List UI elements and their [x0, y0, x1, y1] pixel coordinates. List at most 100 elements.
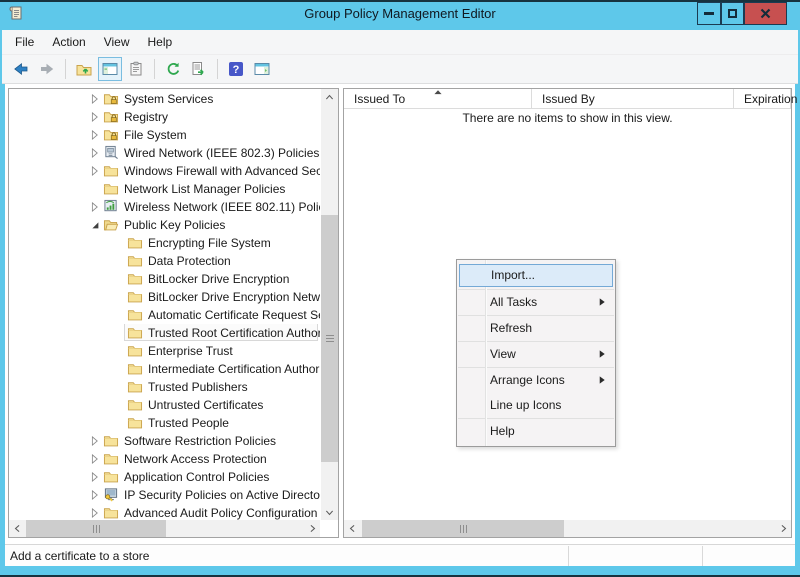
column-header-label: Issued To: [354, 92, 405, 106]
column-header-label: Expiration: [744, 92, 797, 106]
menu-action[interactable]: Action: [43, 32, 94, 52]
tree-hscroll-thumb[interactable]: [26, 520, 166, 537]
tree-item[interactable]: Enterprise Trust: [9, 342, 320, 360]
menu-item-label: Help: [490, 424, 515, 438]
tree-item[interactable]: Software Restriction Policies: [9, 432, 320, 450]
tree-item[interactable]: Application Control Policies: [9, 468, 320, 486]
menu-file[interactable]: File: [6, 32, 43, 52]
scroll-right-button[interactable]: [775, 520, 791, 537]
properties-button[interactable]: [124, 57, 148, 81]
tree-view: System ServicesRegistryFile SystemWired …: [9, 89, 320, 521]
menu-view[interactable]: View: [95, 32, 139, 52]
scroll-left-button[interactable]: [9, 520, 25, 537]
submenu-arrow-icon: [597, 349, 607, 359]
folder-up-icon: [76, 61, 92, 77]
tree-item[interactable]: Wireless Network (IEEE 802.11) Policies: [9, 198, 320, 216]
scroll-down-button[interactable]: [321, 504, 338, 520]
tree-item-label: Wireless Network (IEEE 802.11) Policies: [124, 200, 320, 214]
context-menu-item-arrange-icons[interactable]: Arrange Icons: [457, 368, 615, 393]
tree-item[interactable]: Network List Manager Policies: [9, 180, 320, 198]
tree-item[interactable]: Automatic Certificate Request Settings: [9, 306, 320, 324]
minimize-icon: [704, 12, 714, 15]
minimize-button[interactable]: [697, 2, 721, 25]
tree-vertical-scrollbar[interactable]: [321, 89, 338, 520]
folder-open-icon: [103, 217, 119, 232]
context-menu-item-refresh[interactable]: Refresh: [457, 316, 615, 341]
context-menu-item-view[interactable]: View: [457, 342, 615, 367]
menu-help[interactable]: Help: [139, 32, 182, 52]
scroll-up-button[interactable]: [321, 89, 338, 105]
expander-collapsed-icon[interactable]: [89, 147, 101, 159]
tree-item-label: Trusted Root Certification Authorities: [148, 326, 320, 340]
help-button[interactable]: ?: [224, 57, 248, 81]
tree-item[interactable]: IP Security Policies on Active Directory: [9, 486, 320, 504]
expander-collapsed-icon[interactable]: [89, 93, 101, 105]
chevron-right-icon: [778, 523, 789, 534]
menu-item-label: Line up Icons: [490, 398, 561, 412]
tree-item[interactable]: File System: [9, 126, 320, 144]
expander-collapsed-icon[interactable]: [89, 453, 101, 465]
expander-collapsed-icon[interactable]: [89, 507, 101, 519]
tree-vscroll-thumb[interactable]: [321, 215, 338, 462]
toolbar-separator: [65, 59, 66, 79]
expander-collapsed-icon[interactable]: [89, 471, 101, 483]
close-button[interactable]: [744, 2, 787, 25]
maximize-icon: [728, 9, 737, 18]
folder-lock-icon: [103, 109, 119, 124]
title-bar[interactable]: Group Policy Management Editor: [0, 0, 800, 28]
menu-item-label: View: [490, 347, 516, 361]
list-hscroll-thumb[interactable]: [362, 520, 564, 537]
back-button[interactable]: [9, 57, 33, 81]
scroll-left-button[interactable]: [344, 520, 360, 537]
column-header-issued-to[interactable]: Issued To: [344, 89, 532, 109]
context-menu-item-import[interactable]: Import...: [459, 264, 613, 287]
column-header-issued-by[interactable]: Issued By: [532, 89, 734, 109]
show-console-tree-button[interactable]: [98, 57, 122, 81]
tree-item[interactable]: Registry: [9, 108, 320, 126]
tree-item[interactable]: Network Access Protection: [9, 450, 320, 468]
folder-icon: [127, 235, 143, 250]
expander-collapsed-icon[interactable]: [89, 435, 101, 447]
expander-collapsed-icon[interactable]: [89, 129, 101, 141]
forward-button[interactable]: [35, 57, 59, 81]
tree-item[interactable]: Trusted Publishers: [9, 378, 320, 396]
expander-expanded-icon[interactable]: [89, 219, 101, 231]
folder-icon: [127, 415, 143, 430]
action-pane-icon: [254, 61, 270, 77]
context-menu-item-all-tasks[interactable]: All Tasks: [457, 290, 615, 315]
up-one-level-button[interactable]: [72, 57, 96, 81]
expander-collapsed-icon[interactable]: [89, 489, 101, 501]
context-menu-item-line-up-icons[interactable]: Line up Icons: [457, 393, 615, 418]
show-action-pane-button[interactable]: [250, 57, 274, 81]
tree-item[interactable]: Encrypting File System: [9, 234, 320, 252]
tree-item-label: Trusted People: [148, 416, 229, 430]
tree-item[interactable]: Advanced Audit Policy Configuration: [9, 504, 320, 521]
context-menu-item-help[interactable]: Help: [457, 419, 615, 444]
tree-item[interactable]: Wired Network (IEEE 802.3) Policies: [9, 144, 320, 162]
expander-collapsed-icon[interactable]: [89, 165, 101, 177]
column-header-expiration[interactable]: Expiration: [734, 89, 791, 109]
tree-item[interactable]: Public Key Policies: [9, 216, 320, 234]
refresh-button[interactable]: [161, 57, 185, 81]
status-divider: [702, 546, 703, 566]
toolbar: ?: [2, 55, 798, 84]
tree-item[interactable]: System Services: [9, 90, 320, 108]
maximize-button[interactable]: [721, 2, 744, 25]
tree-horizontal-scrollbar[interactable]: [9, 520, 320, 537]
menu-item-label: Refresh: [490, 321, 532, 335]
export-list-button[interactable]: [187, 57, 211, 81]
tree-item[interactable]: Untrusted Certificates: [9, 396, 320, 414]
tree-item[interactable]: Trusted People: [9, 414, 320, 432]
tree-item[interactable]: Trusted Root Certification Authorities: [9, 324, 320, 342]
expander-collapsed-icon[interactable]: [89, 201, 101, 213]
tree-item[interactable]: Data Protection: [9, 252, 320, 270]
tree-item[interactable]: Intermediate Certification Authorities: [9, 360, 320, 378]
list-horizontal-scrollbar[interactable]: [344, 520, 791, 537]
arrow-right-icon: [39, 61, 55, 77]
scroll-right-button[interactable]: [304, 520, 320, 537]
tree-item[interactable]: Windows Firewall with Advanced Security: [9, 162, 320, 180]
tree-item[interactable]: BitLocker Drive Encryption Network Unloc…: [9, 288, 320, 306]
expander-collapsed-icon[interactable]: [89, 111, 101, 123]
tree-item[interactable]: BitLocker Drive Encryption: [9, 270, 320, 288]
folder-icon: [103, 505, 119, 520]
